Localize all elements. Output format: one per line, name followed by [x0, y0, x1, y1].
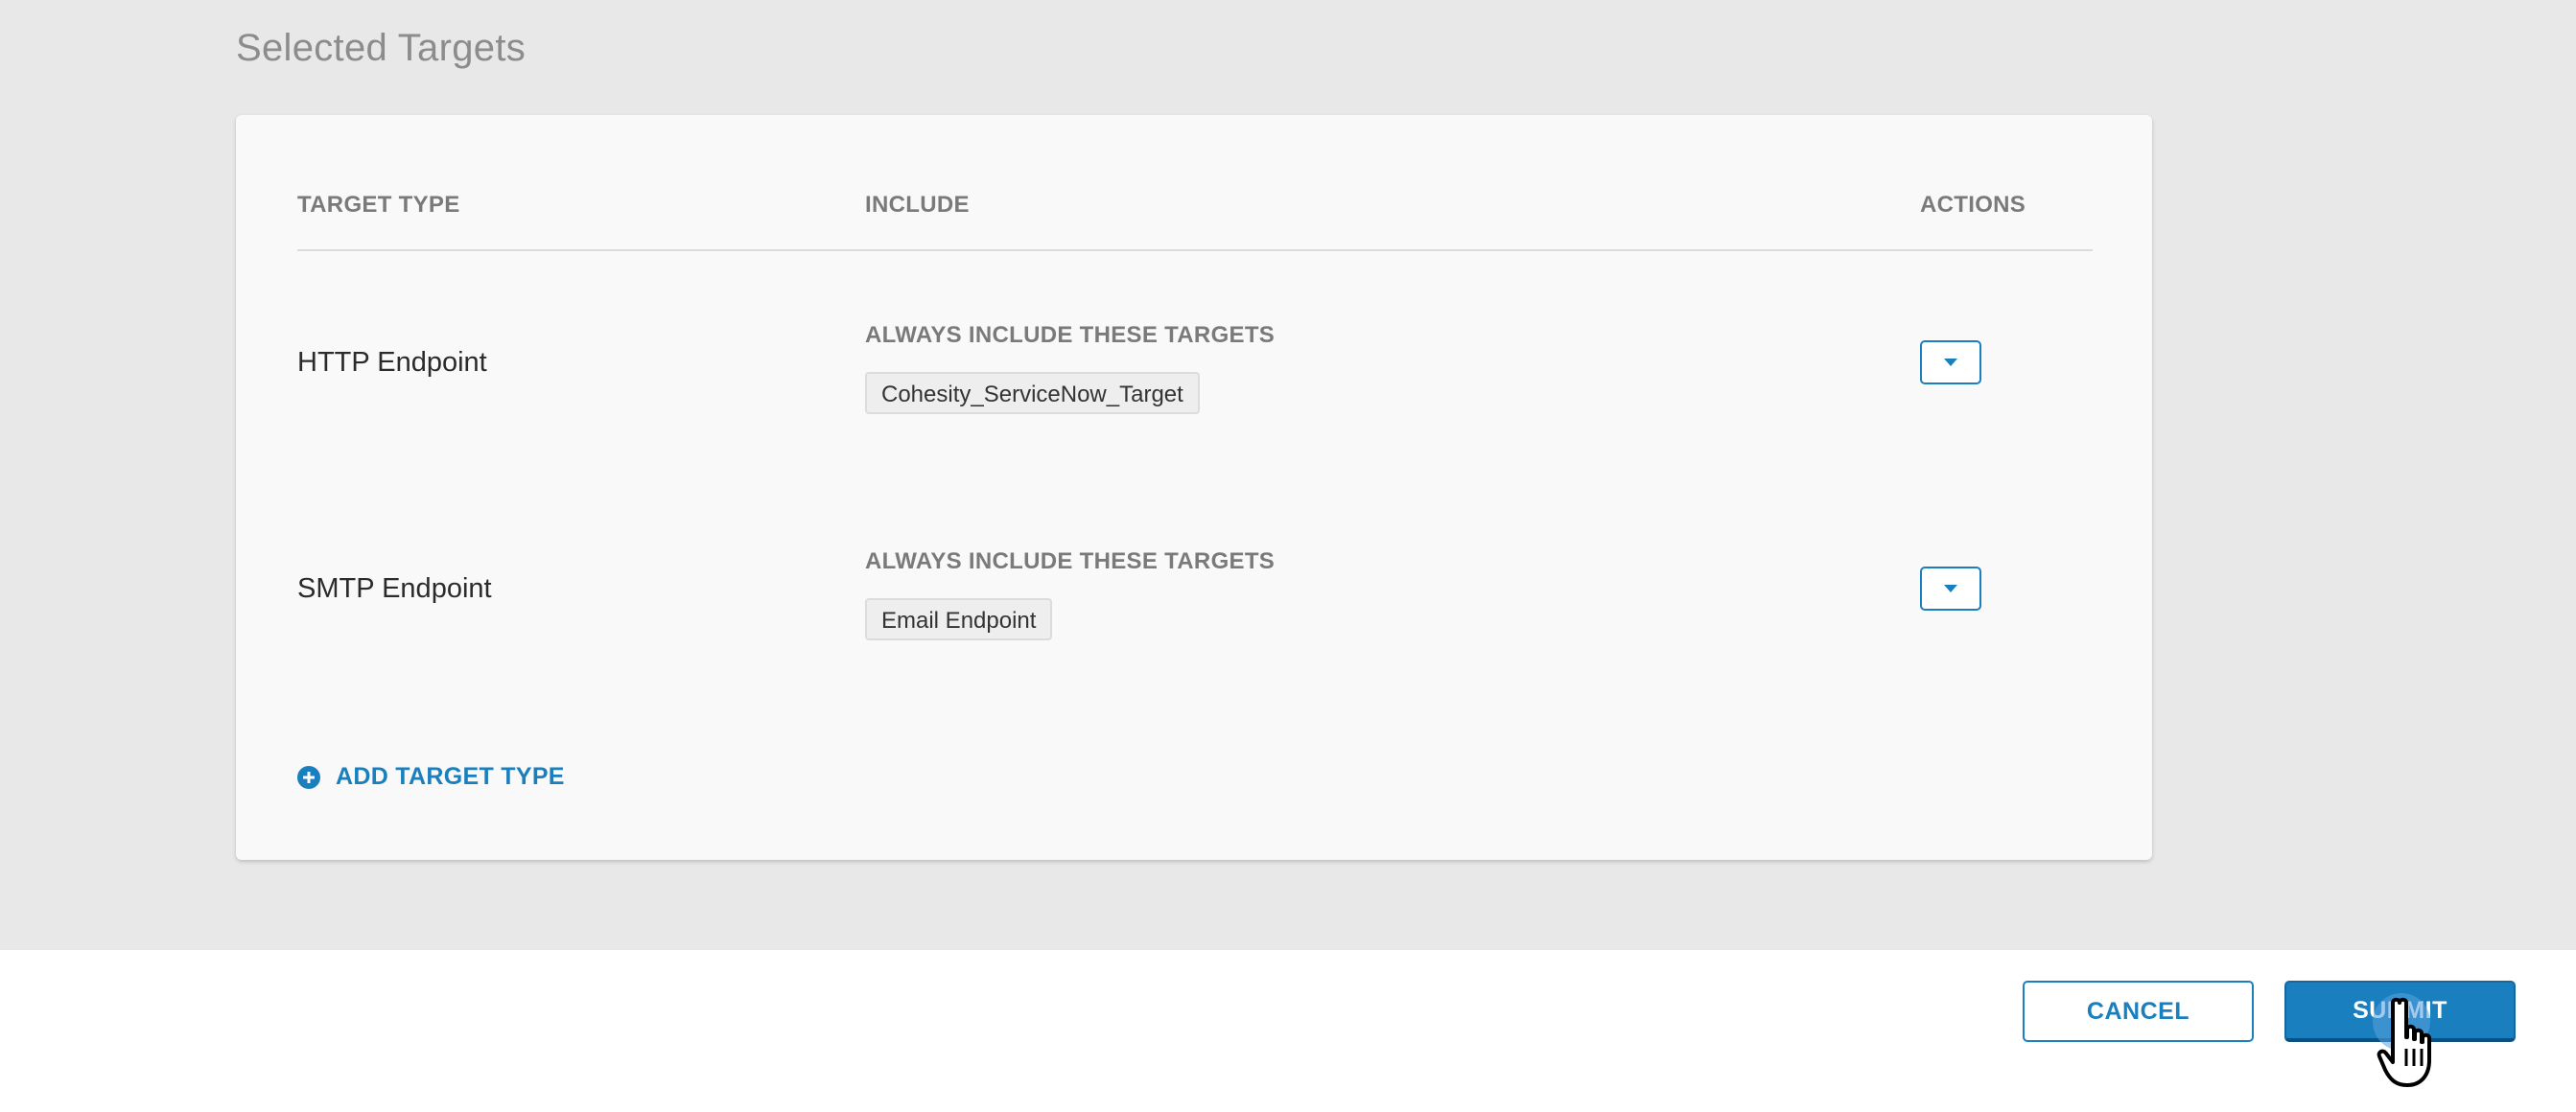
main-area: Selected Targets TARGET TYPE INCLUDE ACT…: [0, 0, 2576, 950]
caret-down-icon: [1944, 359, 1957, 366]
column-header-target-type: TARGET TYPE: [297, 192, 460, 218]
add-target-type-link[interactable]: ADD TARGET TYPE: [297, 763, 565, 791]
selected-targets-card: TARGET TYPE INCLUDE ACTIONS HTTP Endpoin…: [236, 115, 2152, 860]
row-actions-dropdown-button[interactable]: [1920, 340, 1981, 384]
table-row: SMTP Endpoint ALWAYS INCLUDE THESE TARGE…: [297, 533, 2093, 706]
target-type-label: HTTP Endpoint: [297, 347, 487, 378]
cursor-click-highlight: [2373, 993, 2430, 1051]
target-chip: Cohesity_ServiceNow_Target: [865, 372, 1200, 414]
table-header: TARGET TYPE INCLUDE ACTIONS: [297, 192, 2093, 251]
target-chip: Email Endpoint: [865, 598, 1053, 640]
include-label: ALWAYS INCLUDE THESE TARGETS: [865, 548, 1276, 574]
page: Selected Targets TARGET TYPE INCLUDE ACT…: [0, 0, 2576, 1112]
plus-circle-icon: [297, 765, 320, 789]
target-type-label: SMTP Endpoint: [297, 573, 492, 604]
include-label: ALWAYS INCLUDE THESE TARGETS: [865, 322, 1276, 348]
caret-down-icon: [1944, 585, 1957, 592]
table-row: HTTP Endpoint ALWAYS INCLUDE THESE TARGE…: [297, 307, 2093, 479]
column-header-actions: ACTIONS: [1920, 192, 2026, 218]
footer-bar: CANCEL SUBMIT: [0, 950, 2576, 1112]
section-title: Selected Targets: [236, 27, 527, 69]
add-target-type-label: ADD TARGET TYPE: [336, 763, 565, 790]
cancel-button[interactable]: CANCEL: [2023, 981, 2254, 1042]
row-actions-dropdown-button[interactable]: [1920, 567, 1981, 611]
column-header-include: INCLUDE: [865, 192, 970, 218]
